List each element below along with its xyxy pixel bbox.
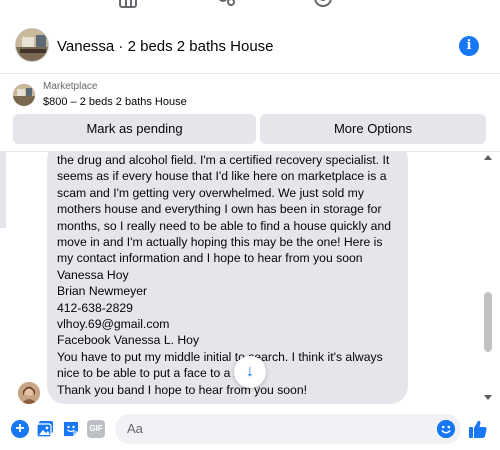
top-nav <box>0 0 500 14</box>
message-line: Facebook Vanessa L. Hoy <box>57 333 200 348</box>
conversation-header: Vanessa · 2 beds 2 baths House i <box>0 22 500 74</box>
listing-price[interactable]: $800 – 2 beds 2 baths House <box>43 96 187 108</box>
message-line: mothers house and everything I own has b… <box>57 202 382 217</box>
marketplace-label: Marketplace <box>43 81 98 92</box>
message-scrollbar[interactable] <box>481 152 493 409</box>
message-line: seems as if every house that I'd like he… <box>57 169 387 184</box>
scrollbar-thumb[interactable] <box>484 292 492 352</box>
message-line: vlhoy.69@gmail.com <box>57 317 170 332</box>
listing-thumbnail[interactable] <box>13 84 35 106</box>
marketplace-icon[interactable] <box>118 0 138 11</box>
scroll-to-bottom-button[interactable]: ↓ <box>234 356 266 388</box>
scroll-up-arrow-icon[interactable] <box>484 155 492 160</box>
groups-icon[interactable] <box>216 0 236 11</box>
message-composer: + GIF Aa <box>0 409 500 450</box>
message-line: the drug and alcohol field. I'm a certif… <box>57 153 390 167</box>
message-line: 412-638-2829 <box>57 300 133 315</box>
conversation-title[interactable]: Vanessa · 2 beds 2 baths House <box>57 38 274 55</box>
message-line: my contact information and I hope to hea… <box>57 251 363 266</box>
message-line: Vanessa Hoy <box>57 267 129 282</box>
message-line: You have to put my middle initial to sea… <box>57 349 383 364</box>
message-input[interactable]: Aa <box>115 414 461 444</box>
message-bubble[interactable]: the drug and alcohol field. I'm a certif… <box>47 152 408 404</box>
thumbs-up-icon[interactable] <box>468 419 488 439</box>
plus-icon[interactable]: + <box>11 420 29 438</box>
arrow-down-icon: ↓ <box>246 363 254 380</box>
sender-avatar[interactable] <box>18 382 40 404</box>
message-line: move in and I'm actually hoping this may… <box>57 235 383 250</box>
info-icon[interactable]: i <box>459 36 479 56</box>
scroll-down-arrow-icon[interactable] <box>484 395 492 400</box>
sticker-icon[interactable] <box>62 420 80 438</box>
photo-icon[interactable] <box>36 420 54 438</box>
listing-avatar[interactable] <box>15 28 49 62</box>
more-options-button[interactable]: More Options <box>260 114 486 144</box>
message-line: Thank you band I hope to hear from you s… <box>57 382 308 397</box>
message-list: the drug and alcohol field. I'm a certif… <box>0 152 500 409</box>
message-line: scam and I'm getting very overwhelmed. W… <box>57 185 364 200</box>
mark-as-pending-button[interactable]: Mark as pending <box>13 114 256 144</box>
emoji-icon[interactable] <box>437 420 455 438</box>
message-line: nice to be able to put a face to a name <box>57 366 265 381</box>
profile-icon[interactable] <box>313 0 333 11</box>
message-line: months, so I really need to be able to f… <box>57 218 392 233</box>
message-line: Brian Newmeyer <box>57 284 148 299</box>
marketplace-card: Marketplace $800 – 2 beds 2 baths House … <box>0 74 500 152</box>
chat-window: Vanessa · 2 beds 2 baths House i Marketp… <box>0 0 500 450</box>
gif-icon[interactable]: GIF <box>87 420 105 438</box>
